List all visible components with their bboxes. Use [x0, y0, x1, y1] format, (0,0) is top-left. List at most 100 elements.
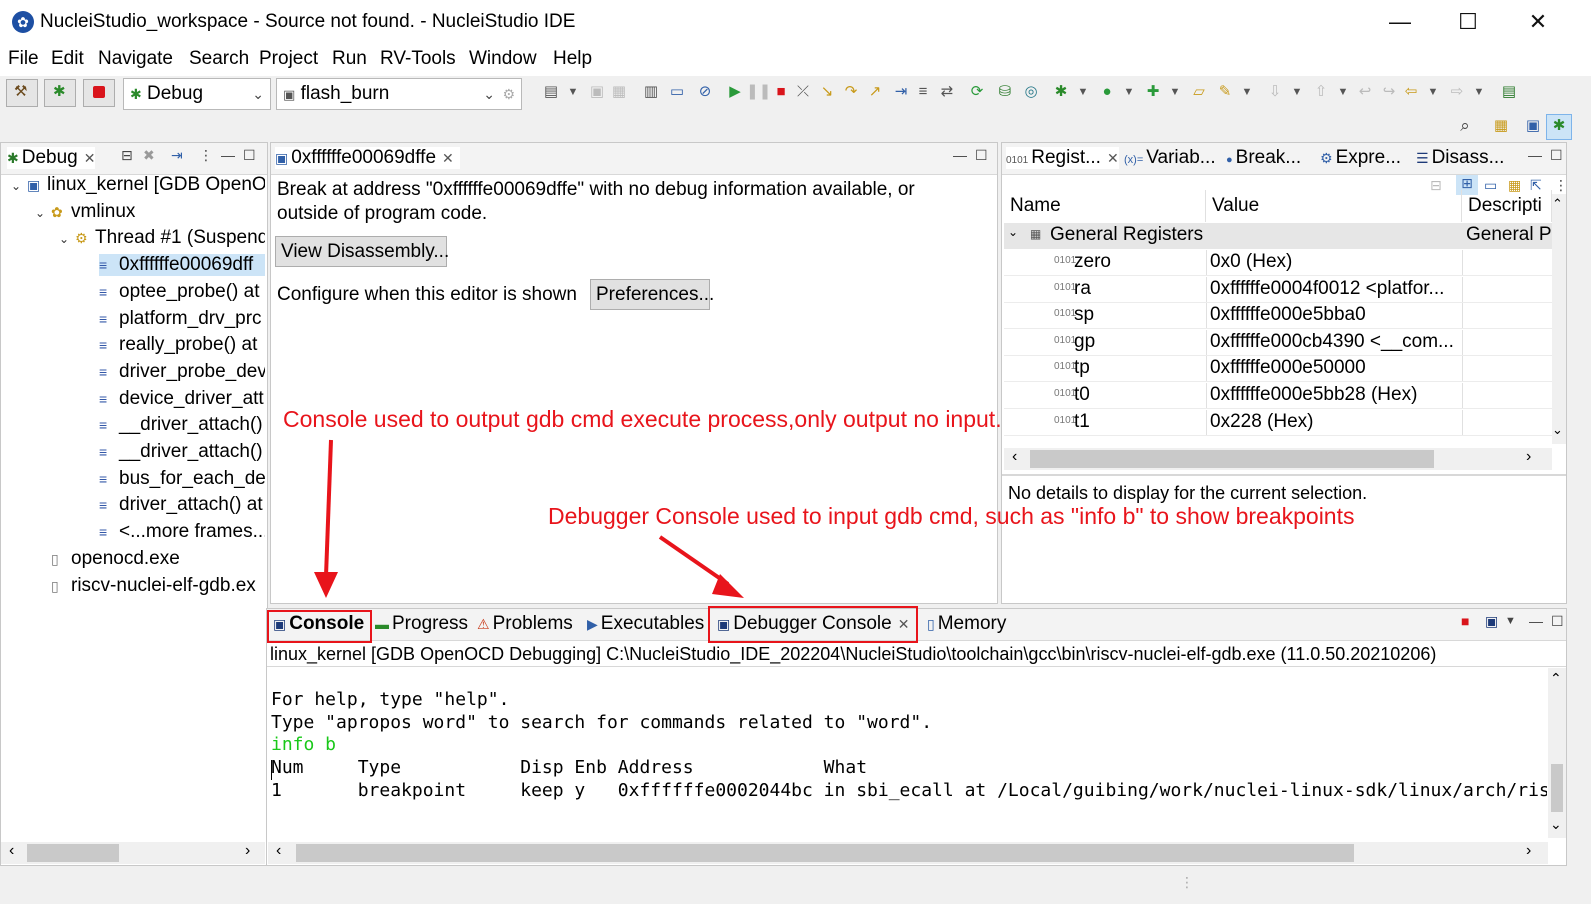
view-menu-icon[interactable]: ⋮	[1554, 177, 1568, 194]
reverse-icon[interactable]: ⇄	[936, 81, 958, 103]
tab-expressions[interactable]: ⚙ Expre...	[1320, 147, 1401, 169]
chevron-down-icon[interactable]: ▼	[1505, 615, 1516, 627]
save-icon[interactable]: ▣	[586, 81, 608, 103]
scroll-thumb[interactable]	[27, 844, 119, 862]
debug-tree-item[interactable]: ≡ driver_probe_dev	[99, 361, 265, 383]
column-header-name[interactable]: Name	[1004, 190, 1206, 222]
tab-source-not-found[interactable]: ▣ 0xffffffe00069dffe ✕	[275, 147, 460, 169]
minimize-view-icon[interactable]: —	[221, 147, 235, 163]
menu-help[interactable]: Help	[553, 48, 592, 70]
register-row[interactable]: 0101 tp 0xffffffe000e50000	[1004, 356, 1559, 383]
debug-tree-item[interactable]: ≡ platform_drv_prc	[99, 308, 265, 330]
debug-tree-item[interactable]: ▯ riscv-nuclei-elf-gdb.ex	[35, 575, 265, 597]
collapse-all-icon[interactable]: ⊟	[121, 147, 133, 164]
scroll-thumb[interactable]	[296, 844, 1354, 862]
chevron-down-icon[interactable]: ▼	[1236, 81, 1258, 103]
tab-variables[interactable]: (x)= Variab...	[1124, 147, 1216, 169]
terminate-icon[interactable]: ■	[770, 81, 792, 103]
close-icon[interactable]: ✕	[84, 150, 96, 166]
view-menu-icon[interactable]: ⋮	[199, 147, 213, 164]
scroll-left-icon[interactable]: ‹	[276, 842, 281, 860]
minimize-button[interactable]: —	[1380, 8, 1420, 36]
debug-tree-item[interactable]: ≡ bus_for_each_dev	[99, 468, 265, 490]
binary-icon[interactable]: ▥	[640, 81, 662, 103]
close-button[interactable]: ✕	[1518, 8, 1558, 36]
debug-tree-item[interactable]: ≡ driver_attach() at	[99, 494, 265, 516]
forward-edit-icon[interactable]: ↪	[1378, 81, 1400, 103]
monitor-icon[interactable]: ▭	[666, 81, 688, 103]
tab-executables[interactable]: ▶ Executables	[587, 613, 704, 635]
debug-tree-item[interactable]: ▯ openocd.exe	[35, 548, 265, 570]
reset-icon[interactable]: ⟳	[966, 81, 988, 103]
suspend-icon[interactable]: ❚❚	[746, 81, 771, 103]
menu-run[interactable]: Run	[332, 48, 367, 70]
minimize-view-icon[interactable]: —	[953, 147, 967, 163]
maximize-view-icon[interactable]: ☐	[243, 147, 256, 164]
scroll-right-icon[interactable]: ›	[1526, 842, 1531, 860]
menu-navigate[interactable]: Navigate	[98, 48, 173, 70]
chevron-down-icon[interactable]: ⌄	[1008, 225, 1018, 239]
registers-vertical-scrollbar[interactable]: ⌃ ⌄	[1552, 194, 1566, 444]
minimize-view-icon[interactable]: —	[1528, 147, 1542, 163]
menu-rv-tools[interactable]: RV-Tools	[380, 48, 456, 70]
browser-icon[interactable]: ◎	[1020, 81, 1042, 103]
terminate-button[interactable]	[83, 79, 115, 107]
terminate-icon[interactable]: ■	[1461, 613, 1469, 629]
register-row[interactable]: 0101 ra 0xffffffe0004f0012 <platfor...	[1004, 276, 1559, 303]
register-group-row[interactable]: ⌄ ▦ General Registers General P	[1004, 223, 1552, 249]
chevron-down-icon[interactable]: ▼	[1468, 81, 1490, 103]
open-perspective-icon[interactable]: ▤	[1498, 81, 1520, 103]
new-icon[interactable]: ▤	[540, 81, 562, 103]
preferences-button[interactable]: Preferences...	[590, 279, 714, 310]
step-into-icon[interactable]: ↘	[816, 81, 838, 103]
skip-breakpoints-icon[interactable]: ⊘	[694, 81, 716, 103]
chevron-down-icon[interactable]: ⌄	[35, 206, 51, 220]
scroll-up-icon[interactable]: ⌃	[1550, 670, 1562, 687]
debug-tree-item[interactable]: ≡ really_probe() at	[99, 334, 265, 356]
chevron-down-icon[interactable]: ▼	[1332, 81, 1354, 103]
maximize-view-icon[interactable]: ☐	[1551, 613, 1564, 630]
debug-tree-item[interactable]: ⌄ ▣ linux_kernel [GDB OpenO	[11, 174, 265, 196]
pin-icon[interactable]: ✎	[1214, 81, 1236, 103]
launch-mode-select[interactable]: ✱ Debug ⌄	[123, 78, 271, 110]
debug-horizontal-scrollbar[interactable]: ‹ ›	[1, 842, 265, 864]
chevron-down-icon[interactable]: ▼	[1072, 81, 1094, 103]
chevron-down-icon[interactable]: ▼	[562, 81, 584, 103]
console-vertical-scrollbar[interactable]: ⌃ ⌄	[1548, 668, 1566, 838]
chevron-down-icon[interactable]: ⌄	[59, 232, 75, 246]
debug-tree-item[interactable]: ≡ <...more frames...	[99, 521, 265, 543]
open-folder-icon[interactable]: ▱	[1188, 81, 1210, 103]
close-icon[interactable]: ✕	[1107, 150, 1119, 166]
register-row[interactable]: 0101 zero 0x0 (Hex)	[1004, 250, 1559, 276]
use-step-filters-icon[interactable]: ≡	[912, 81, 934, 103]
scroll-right-icon[interactable]: ›	[1526, 448, 1531, 466]
forward-icon[interactable]: ⇨	[1446, 81, 1468, 103]
chevron-down-icon[interactable]: ⌄	[11, 179, 27, 193]
register-row[interactable]: 0101 t1 0x228 (Hex)	[1004, 409, 1559, 436]
debug-perspective-icon[interactable]: ✱	[1546, 114, 1572, 140]
scroll-left-icon[interactable]: ‹	[9, 842, 14, 860]
minimize-view-icon[interactable]: —	[1529, 613, 1543, 629]
console-horizontal-scrollbar[interactable]: ‹ ›	[268, 842, 1548, 864]
previous-annotation-icon[interactable]: ⇧	[1310, 81, 1332, 103]
next-annotation-icon[interactable]: ⇩	[1264, 81, 1286, 103]
register-row[interactable]: 0101 sp 0xffffffe000e5bba0	[1004, 303, 1559, 330]
chevron-down-icon[interactable]: ▼	[1164, 81, 1186, 103]
scroll-right-icon[interactable]: ›	[245, 842, 250, 860]
remove-terminated-icon[interactable]: ✖	[143, 147, 155, 164]
open-perspective-button-icon[interactable]: ▦	[1490, 115, 1512, 137]
debug-tree-item[interactable]: ≡ device_driver_att	[99, 388, 265, 410]
menu-file[interactable]: File	[8, 48, 39, 70]
debug-button[interactable]: ✱	[44, 79, 76, 107]
resume-icon[interactable]: ▶	[724, 81, 746, 103]
scroll-up-icon[interactable]: ⌃	[1552, 196, 1563, 212]
tab-registers[interactable]: 0101 Regist... ✕	[1006, 147, 1119, 169]
tab-problems[interactable]: ⚠ Problems	[477, 613, 573, 635]
scroll-down-icon[interactable]: ⌄	[1550, 816, 1562, 833]
display-console-icon[interactable]: ▣	[1485, 613, 1498, 630]
debug-tree-item[interactable]: ⌄ ⚙ Thread #1 (Suspend	[59, 227, 265, 249]
tab-progress[interactable]: ▬ Progress	[375, 613, 468, 635]
registers-horizontal-scrollbar[interactable]: ‹ ›	[1004, 448, 1552, 470]
instruction-stepping-icon[interactable]: ⇥	[890, 81, 912, 103]
view-disassembly-button[interactable]: View Disassembly...	[275, 236, 449, 267]
